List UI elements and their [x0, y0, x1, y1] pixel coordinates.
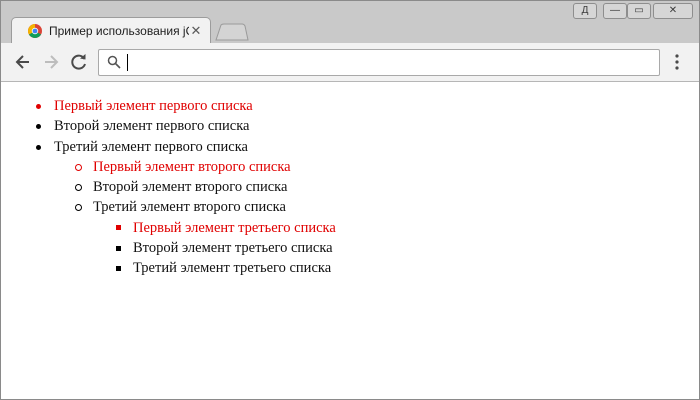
list-item: Третий элемент первого списка: [1, 137, 336, 157]
disc-bullet-icon: [36, 124, 41, 130]
list-item: Второй элемент второго списка: [1, 177, 336, 197]
list-item-label: Третий элемент третьего списка: [133, 260, 332, 277]
back-arrow-icon[interactable]: [13, 52, 33, 72]
address-input[interactable]: [127, 53, 647, 72]
search-icon: [107, 55, 121, 69]
list-item-label: Первый элемент второго списка: [93, 158, 291, 175]
disc-bullet-icon: [36, 144, 41, 150]
square-bullet-icon: [116, 225, 121, 231]
square-bullet-icon: [116, 245, 121, 251]
list-item: Второй элемент третьего списка: [1, 238, 336, 258]
list-item-label: Третий элемент второго списка: [93, 199, 286, 216]
browser-tab[interactable]: Пример использования jQuery ✕: [11, 17, 211, 43]
list-item-label: Второй элемент первого списка: [54, 118, 250, 135]
browser-toolbar: [1, 43, 699, 82]
forward-arrow-icon[interactable]: [41, 52, 61, 72]
list-item-label: Первый элемент третьего списка: [133, 219, 336, 236]
circle-bullet-icon: [75, 184, 82, 192]
list-item: Третий элемент второго списка: [1, 197, 336, 217]
address-bar[interactable]: [98, 49, 660, 76]
list-item: Третий элемент третьего списка: [1, 258, 336, 278]
tab-title: Пример использования jQuery: [49, 24, 189, 38]
second-list: Первый элемент второго списка Второй эле…: [1, 157, 336, 279]
list-item-label: Третий элемент первого списка: [54, 138, 248, 155]
page-content: Первый элемент первого списка Второй эле…: [1, 82, 699, 399]
browser-window: Пример использования jQuery ✕ Д — ▭ ✕: [0, 0, 700, 400]
list-item: Первый элемент второго списка: [1, 157, 336, 177]
circle-bullet-icon: [75, 204, 82, 212]
nested-list-container: Первый элемент третьего списка Второй эл…: [1, 218, 336, 279]
new-tab-button[interactable]: [215, 23, 249, 41]
kebab-menu-icon[interactable]: [669, 53, 685, 71]
square-bullet-icon: [116, 265, 121, 271]
reload-icon[interactable]: [69, 52, 89, 72]
tab-strip: Пример использования jQuery ✕ Д — ▭ ✕: [1, 1, 699, 43]
minimize-button[interactable]: —: [603, 3, 627, 19]
disc-bullet-icon: [36, 104, 41, 109]
third-list: Первый элемент третьего списка Второй эл…: [1, 218, 336, 279]
maximize-button[interactable]: ▭: [627, 3, 651, 19]
close-tab-icon[interactable]: ✕: [188, 23, 204, 39]
text-caret: [127, 54, 128, 71]
profile-button[interactable]: Д: [573, 3, 597, 19]
list-item: Первый элемент первого списка: [1, 96, 336, 116]
list-item-label: Первый элемент первого списка: [54, 98, 253, 114]
nested-list-container: Первый элемент второго списка Второй эле…: [1, 157, 336, 279]
list-item-label: Второй элемент третьего списка: [133, 240, 333, 257]
list-item-label: Второй элемент второго списка: [93, 179, 288, 196]
circle-bullet-icon: [75, 163, 82, 171]
list-item: Второй элемент первого списка: [1, 116, 336, 136]
chrome-logo-icon: [28, 24, 42, 38]
close-window-button[interactable]: ✕: [653, 3, 693, 19]
list-item: Первый элемент третьего списка: [1, 218, 336, 238]
first-list: Первый элемент первого списка Второй эле…: [1, 96, 336, 279]
